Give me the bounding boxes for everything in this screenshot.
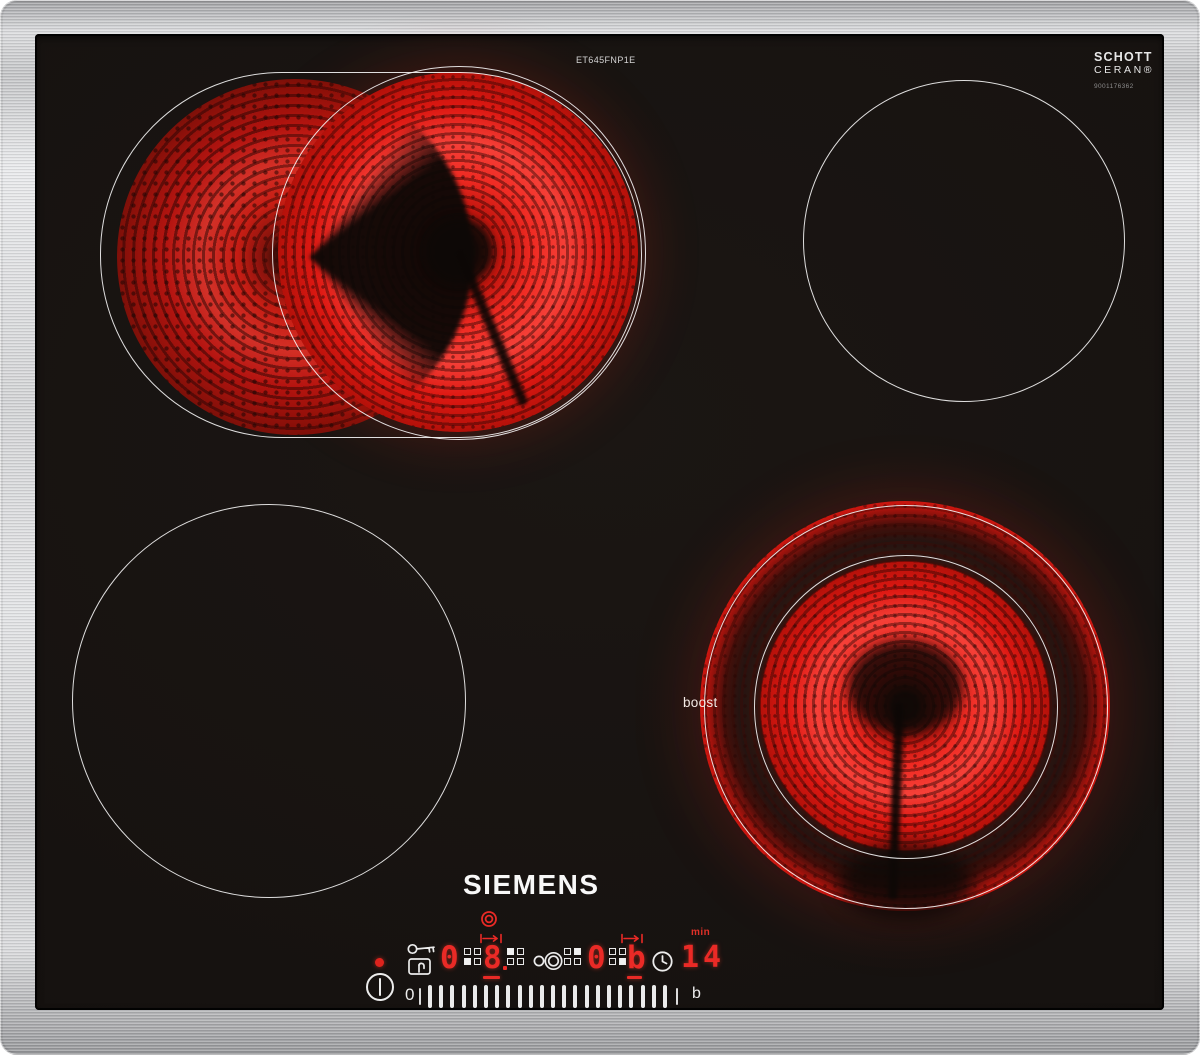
timer-unit-label: min (691, 927, 711, 938)
slider-ticks[interactable] (428, 984, 667, 1008)
power-icon[interactable] (364, 971, 396, 1003)
slider-tick[interactable] (662, 984, 667, 1008)
slider-tick[interactable] (573, 984, 578, 1008)
double-ring-icon (480, 910, 498, 928)
schott-ceran-logo: SCHOTT CERAN® 9001176362 (1094, 50, 1154, 91)
slider-tick[interactable] (607, 984, 611, 1008)
zone-display-left[interactable]: 0 (440, 943, 459, 974)
slider-tick[interactable] (551, 984, 556, 1008)
boost-zone-inner-outline (754, 555, 1058, 859)
slider-tick[interactable] (428, 984, 432, 1008)
model-number: ET645FNP1E (576, 55, 636, 65)
slider-end-delimiter (676, 988, 678, 1005)
slider-tick[interactable] (629, 984, 634, 1008)
glass-serial-number: 9001176362 (1094, 83, 1134, 91)
slider-tick[interactable] (439, 984, 444, 1008)
siemens-logo: SIEMENS (463, 869, 600, 900)
quad-position-icon (564, 948, 581, 965)
slider-tick[interactable] (483, 984, 488, 1008)
selected-zone-underline (627, 976, 642, 979)
quad-position-icon (464, 948, 481, 965)
slider-tick[interactable] (651, 984, 656, 1008)
slider-tick[interactable] (472, 984, 477, 1008)
zone-display-boost[interactable]: b (627, 943, 646, 974)
slider-tick[interactable] (495, 984, 500, 1008)
red-dot-indicator (375, 958, 384, 967)
slider-tick[interactable] (461, 984, 466, 1008)
front-left-zone-outline (72, 504, 466, 898)
slider-tick[interactable] (595, 984, 600, 1008)
slider-start-delimiter (419, 988, 421, 1005)
boost-label: boost (683, 695, 718, 710)
clock-icon[interactable] (651, 950, 674, 973)
oval-zone-inner-circle-outline (272, 66, 646, 440)
schott-logo-line: SCHOTT (1094, 50, 1153, 64)
slider-tick[interactable] (517, 984, 522, 1008)
slider-tick[interactable] (506, 984, 511, 1008)
slider-max-label: b (692, 985, 701, 1002)
slider-tick[interactable] (584, 984, 589, 1008)
slider-tick[interactable] (562, 984, 567, 1008)
zone-display-main[interactable]: 8 (483, 943, 502, 974)
circle-pair-icon[interactable] (532, 951, 566, 971)
key-touch-icon[interactable] (406, 940, 440, 978)
hob-frame: boost ET645FNP1E SCHOTT CERAN® 900117636… (0, 0, 1200, 1055)
slider-tick[interactable] (539, 984, 544, 1008)
quad-position-icon (609, 948, 626, 965)
decimal-dot (503, 966, 507, 970)
zone-display-right[interactable]: 0 (587, 943, 606, 974)
selected-zone-underline (483, 976, 500, 979)
slider-tick[interactable] (528, 984, 533, 1008)
rear-right-zone-outline (803, 80, 1125, 402)
slider-tick[interactable] (618, 984, 623, 1008)
slider-min-label: 0 (405, 985, 415, 1004)
slider-tick[interactable] (450, 984, 455, 1008)
timer-display: 14 (681, 940, 726, 975)
ceran-logo-line: CERAN® (1094, 64, 1155, 77)
slider-tick[interactable] (640, 984, 645, 1008)
quad-position-icon (507, 948, 524, 965)
